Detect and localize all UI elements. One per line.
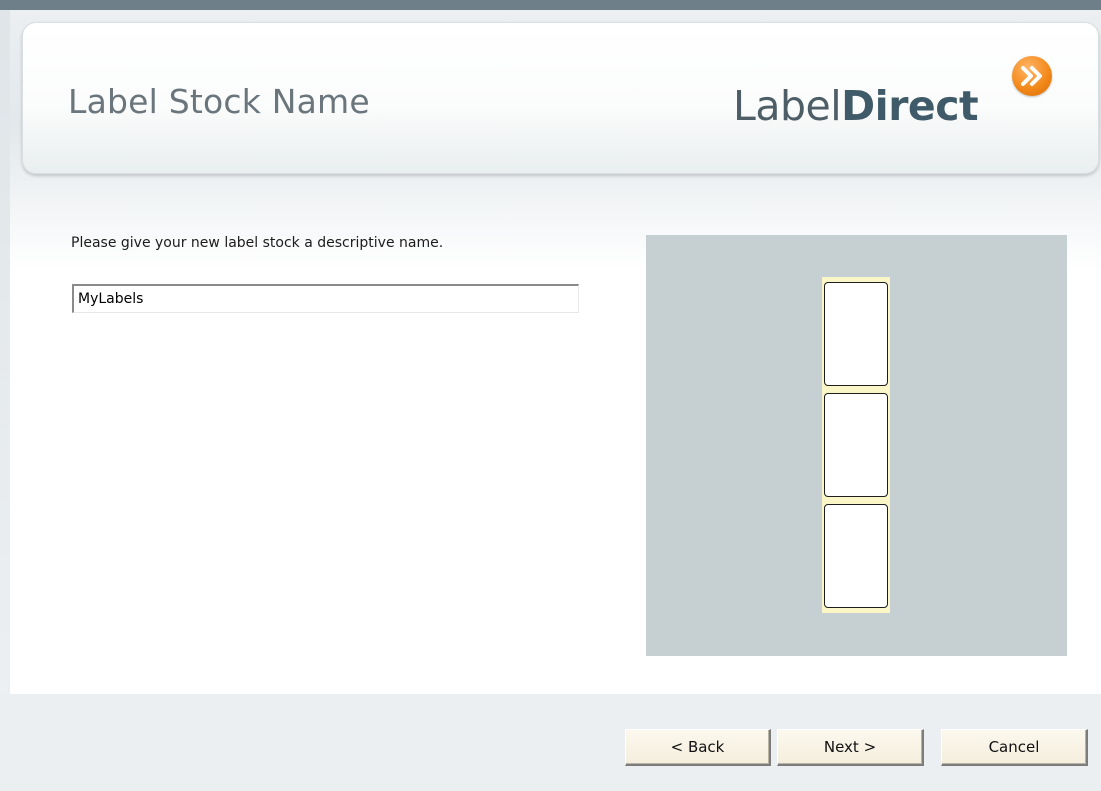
button-bar bbox=[0, 694, 1101, 791]
window-top-strip bbox=[0, 0, 1101, 10]
next-button[interactable]: Next > bbox=[777, 729, 924, 766]
instruction-text: Please give your new label stock a descr… bbox=[71, 235, 444, 251]
logo-text-regular: Label bbox=[733, 82, 842, 130]
preview-label bbox=[824, 282, 888, 386]
preview-label bbox=[824, 393, 888, 497]
label-stock-name-input[interactable] bbox=[72, 284, 579, 313]
preview-label bbox=[824, 504, 888, 608]
left-edge bbox=[0, 10, 10, 791]
page-title: Label Stock Name bbox=[68, 82, 370, 121]
cancel-button[interactable]: Cancel bbox=[941, 729, 1088, 766]
back-button[interactable]: < Back bbox=[625, 729, 771, 766]
labeldirect-logo: LabelDirect bbox=[733, 82, 979, 130]
logo-text-bold: Direct bbox=[841, 82, 979, 130]
double-chevron-right-icon bbox=[1012, 56, 1052, 96]
